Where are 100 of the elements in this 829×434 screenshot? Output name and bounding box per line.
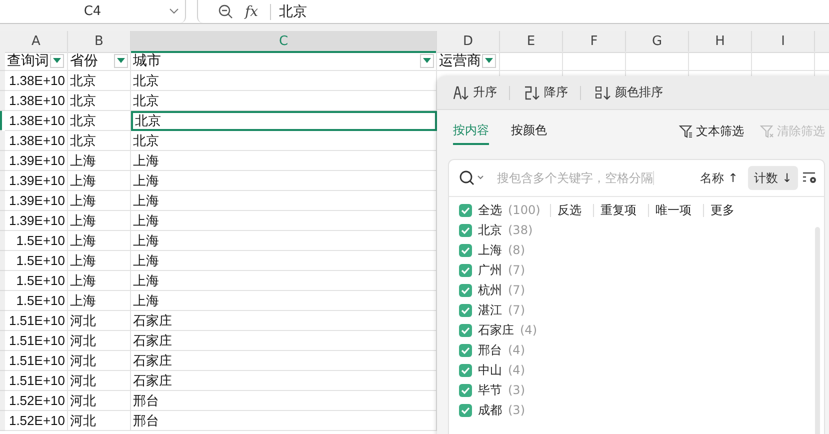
sort-button[interactable]: 颜色排序 [593,84,675,101]
check-icon [461,246,470,254]
table-cell: 河北 [68,371,131,391]
column-header[interactable]: E [500,31,563,53]
filter-icon [679,124,693,138]
dropdown-arrow-icon [485,58,493,63]
table-cell: 1.39E+10 [5,171,68,191]
name-box[interactable]: C4 [0,0,186,23]
checkbox[interactable] [459,204,472,216]
table-cell: 上海 [68,191,131,211]
check-icon [461,286,470,294]
sort-toggle[interactable]: 计数 ↓ [748,166,798,190]
filter-action-button[interactable]: 文本筛选 [679,122,744,140]
list-settings-icon[interactable] [802,171,818,185]
table-cell: 1.51E+10 [5,311,68,331]
dropdown-arrow-icon [53,58,61,63]
checkbox[interactable] [459,404,472,416]
table-cell: 北京 [68,131,131,151]
table-cell: 上海 [68,251,131,271]
zoom-out-icon[interactable] [218,4,233,19]
check-icon [461,366,470,374]
tab[interactable]: 按内容 [453,118,489,144]
table-cell: 上海 [131,171,437,191]
quick-link[interactable]: 重复项 [593,204,642,216]
filter-dropdown[interactable] [114,54,128,68]
table-cell: 上海 [68,151,131,171]
table-cell: 上海 [68,291,131,311]
table-cell: 上海 [68,171,131,191]
item-label[interactable]: 毕节 [478,382,502,398]
table-cell: 1.5E+10 [5,291,68,311]
active-cell: 北京 [131,111,437,131]
table-cell: 北京 [68,71,131,91]
item-count: (38) [508,223,533,237]
search-icon[interactable] [459,170,485,186]
check-icon [461,206,470,214]
sort-toggle[interactable]: 名称 ↑ [694,166,744,190]
table-cell: 河北 [68,411,131,431]
item-count: (3) [508,383,525,397]
dropdown-arrow-icon [423,58,431,63]
table-cell: 上海 [131,211,437,231]
table-cell: 上海 [131,291,437,311]
quick-link[interactable]: 唯一项 [648,204,698,216]
filter-dropdown[interactable] [420,54,434,68]
column-header[interactable]: G [626,31,689,53]
checkbox[interactable] [459,244,472,256]
quick-link[interactable]: 更多 [703,204,740,216]
check-icon [461,386,470,394]
table-cell: 石家庄 [131,311,437,331]
column-header[interactable]: F [563,31,626,53]
function-label[interactable]: fx [245,4,258,20]
item-label[interactable]: 中山 [478,362,502,378]
formula-value[interactable]: 北京 [270,4,308,20]
checkbox[interactable] [459,304,472,316]
item-label[interactable]: 广州 [478,262,502,278]
table-cell: 北京 [68,111,131,131]
table-cell: 1.39E+10 [5,151,68,171]
column-header[interactable]: I [752,31,815,53]
filter-dropdown[interactable] [50,54,64,68]
filter-dropdown[interactable] [482,54,496,68]
checkbox[interactable] [459,224,472,236]
table-cell: 1.39E+10 [5,211,68,231]
checkbox[interactable] [459,364,472,376]
checkbox[interactable] [459,284,472,296]
sort-button[interactable]: 升序 [451,84,509,101]
check-icon [461,306,470,314]
column-header[interactable]: D [437,31,500,53]
table-cell: 上海 [68,211,131,231]
item-count: (8) [508,243,525,257]
column-header[interactable]: H [689,31,752,53]
check-icon [461,346,470,354]
item-label[interactable]: 杭州 [478,282,502,298]
table-cell: 1.5E+10 [5,271,68,291]
table-cell: 河北 [68,311,131,331]
item-label[interactable]: 邢台 [478,342,502,358]
item-label[interactable]: 成都 [478,402,502,418]
item-label[interactable]: 石家庄 [478,322,514,338]
table-cell: 石家庄 [131,351,437,371]
column-header[interactable]: B [68,31,131,53]
checkbox[interactable] [459,324,472,336]
item-label[interactable]: 北京 [478,222,502,238]
checkbox[interactable] [459,344,472,356]
item-label[interactable]: 上海 [478,242,502,258]
filter-icon [760,124,774,138]
table-cell: 上海 [68,271,131,291]
item-label[interactable]: 湛江 [478,302,502,318]
scrollbar[interactable] [815,227,820,434]
table-cell: 1.51E+10 [5,351,68,371]
column-header[interactable]: A [5,31,68,53]
header-text: 运营商 [439,52,481,70]
table-cell: 1.39E+10 [5,191,68,211]
table-cell: 1.38E+10 [5,111,68,131]
tab[interactable]: 按颜色 [511,118,547,144]
quick-link[interactable]: 反选 [550,204,588,216]
item-label[interactable]: 全选 [478,202,502,218]
table-cell: 1.52E+10 [5,411,68,431]
checkbox[interactable] [459,264,472,276]
checkbox[interactable] [459,384,472,396]
table-cell: 上海 [131,271,437,291]
sort-button[interactable]: 降序 [522,84,580,101]
item-count: (4) [520,323,537,337]
